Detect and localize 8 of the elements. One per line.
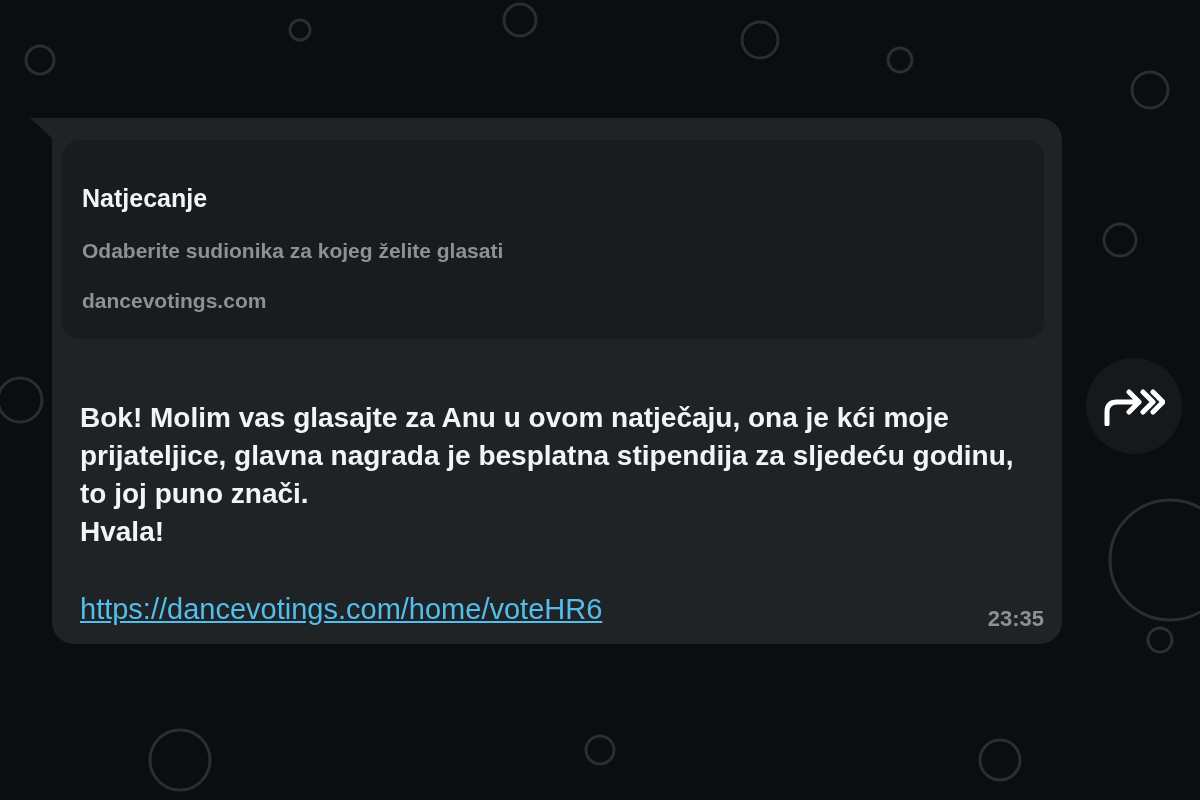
forward-icon bbox=[1103, 386, 1165, 426]
preview-description: Odaberite sudionika za kojeg želite glasati bbox=[82, 239, 504, 263]
message-link[interactable]: https://dancevotings.com/home/voteHR6 bbox=[80, 593, 603, 626]
message-time: 23:35 bbox=[987, 606, 1044, 632]
link-preview-card[interactable]: Natjecanje Odaberite sudionika za kojeg želite glasati dancevotings.com bbox=[62, 140, 1044, 339]
message-text: Bok! Molim vas glasajte za Anu u ovom natječaju, ona je kći moje prijateljice, glavna nagrada je besplatna stipendija za sljedeću godinu, to joj puno znači. Hvala! bbox=[80, 401, 1015, 549]
preview-domain: dancevotings.com bbox=[82, 289, 267, 313]
preview-title: Natjecanje bbox=[82, 184, 208, 213]
